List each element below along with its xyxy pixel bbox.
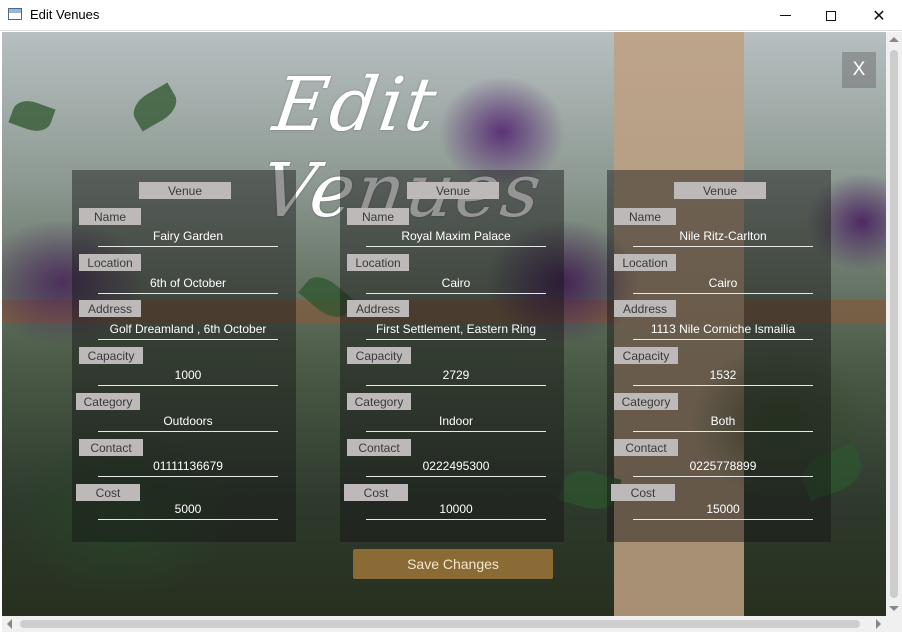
close-page-button[interactable]: X (842, 52, 876, 88)
venue-header-label: Venue (674, 182, 766, 199)
location-field[interactable]: Cairo (633, 274, 813, 294)
minimize-icon (779, 15, 791, 16)
capacity-field[interactable]: 1000 (98, 366, 278, 386)
category-label: Category (614, 393, 678, 410)
scroll-down-icon[interactable] (889, 606, 899, 611)
capacity-label: Capacity (347, 347, 411, 364)
contact-field[interactable]: 0222495300 (366, 457, 546, 477)
title-bar: Edit Venues ✕ (0, 0, 902, 31)
leaf-decoration (8, 96, 56, 136)
cost-field[interactable]: 5000 (98, 500, 278, 520)
contact-field[interactable]: 0225778899 (633, 457, 813, 477)
venue-header-label: Venue (407, 182, 499, 199)
scroll-left-icon[interactable] (7, 619, 12, 629)
venue-header-label: Venue (139, 182, 231, 199)
name-label: Name (79, 208, 141, 225)
cost-field[interactable]: 15000 (633, 500, 813, 520)
cost-label: Cost (344, 484, 408, 501)
capacity-label: Capacity (614, 347, 678, 364)
location-field[interactable]: 6th of October (98, 274, 278, 294)
contact-label: Contact (347, 439, 411, 456)
vertical-scroll-thumb[interactable] (890, 50, 898, 598)
contact-label: Contact (79, 439, 143, 456)
location-label: Location (614, 254, 676, 271)
maximize-icon (826, 10, 836, 21)
maximize-button[interactable] (808, 0, 854, 31)
vertical-scrollbar[interactable] (886, 32, 902, 616)
name-field[interactable]: Royal Maxim Palace (366, 227, 546, 247)
capacity-field[interactable]: 2729 (366, 366, 546, 386)
app-window-icon (8, 8, 22, 20)
leaf-decoration (127, 82, 183, 132)
location-field[interactable]: Cairo (366, 274, 546, 294)
venue-card: Venue Name Fairy Garden Location 6th of … (72, 170, 296, 542)
contact-label: Contact (614, 439, 678, 456)
address-field[interactable]: First Settlement, Eastern Ring (366, 320, 546, 340)
contact-field[interactable]: 01111136679 (98, 457, 278, 477)
capacity-label: Capacity (79, 347, 143, 364)
cost-label: Cost (76, 484, 140, 501)
venue-card: Venue Name Nile Ritz-Carlton Location Ca… (607, 170, 831, 542)
minimize-button[interactable] (762, 0, 808, 31)
category-field[interactable]: Indoor (366, 412, 546, 432)
address-label: Address (614, 300, 676, 317)
cost-label: Cost (611, 484, 675, 501)
address-field[interactable]: Golf Dreamland , 6th October (98, 320, 278, 340)
location-label: Location (347, 254, 409, 271)
capacity-field[interactable]: 1532 (633, 366, 813, 386)
category-field[interactable]: Outdoors (98, 412, 278, 432)
page-heading: Edit Venues (256, 62, 548, 234)
horizontal-scroll-thumb[interactable] (20, 620, 860, 628)
cost-field[interactable]: 10000 (366, 500, 546, 520)
name-label: Name (347, 208, 409, 225)
address-label: Address (79, 300, 141, 317)
category-label: Category (347, 393, 411, 410)
category-field[interactable]: Both (633, 412, 813, 432)
address-label: Address (347, 300, 409, 317)
scroll-up-icon[interactable] (889, 37, 899, 42)
address-field[interactable]: 1113 Nile Corniche Ismailia (633, 320, 813, 340)
name-label: Name (614, 208, 676, 225)
close-icon: ✕ (872, 5, 886, 25)
name-field[interactable]: Nile Ritz-Carlton (633, 227, 813, 247)
category-label: Category (76, 393, 140, 410)
scroll-right-icon[interactable] (876, 619, 881, 629)
scrollbar-corner (886, 616, 902, 632)
name-field[interactable]: Fairy Garden (98, 227, 278, 247)
venue-card: Venue Name Royal Maxim Palace Location C… (340, 170, 564, 542)
horizontal-scrollbar[interactable] (2, 616, 886, 632)
background-photo: Edit Venues X Venue Name Fairy Garden Lo… (2, 32, 886, 616)
close-window-button[interactable]: ✕ (856, 0, 902, 31)
save-changes-button[interactable]: Save Changes (353, 549, 553, 579)
window-title: Edit Venues (30, 7, 100, 22)
location-label: Location (79, 254, 141, 271)
